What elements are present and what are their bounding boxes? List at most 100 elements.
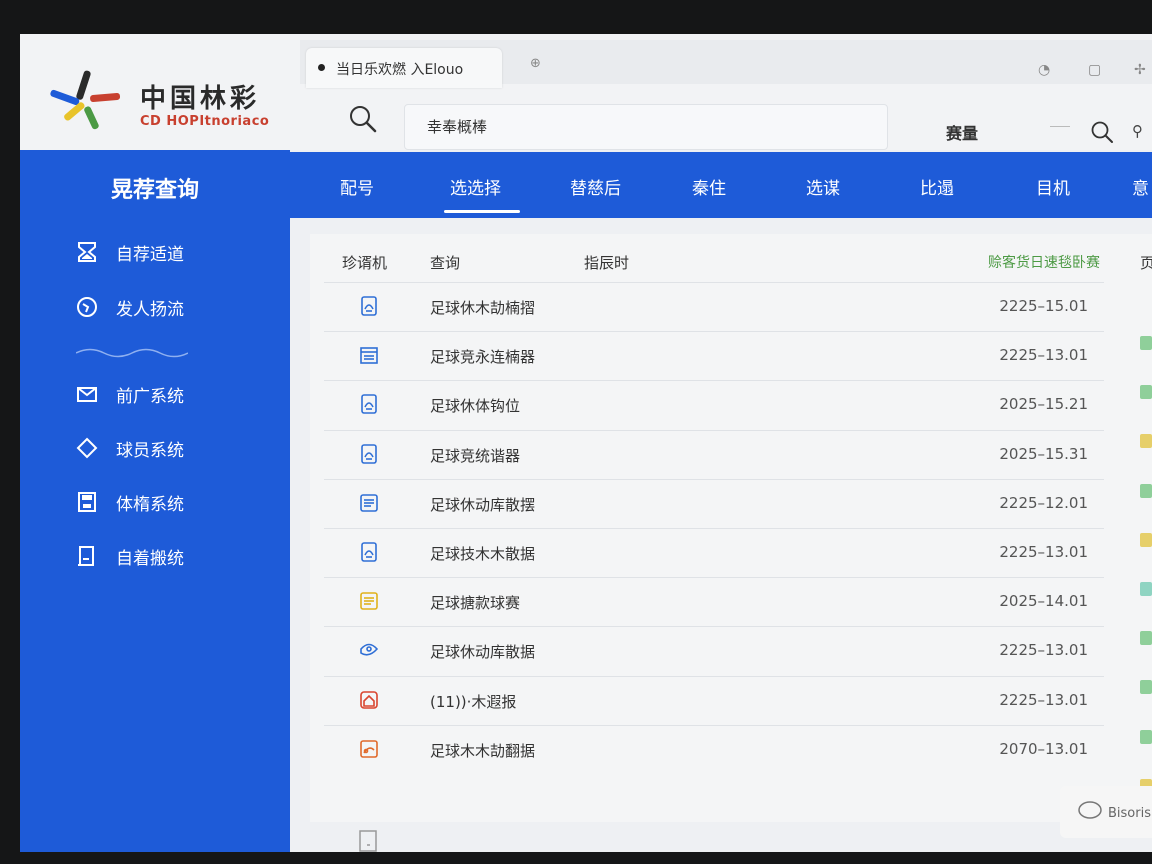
column-header-3[interactable]: 指辰时 — [584, 252, 629, 273]
table-header: 珍谞机 查询 指辰时 赊客货日速毯卧赛 页 — [310, 234, 1152, 282]
row-date: 2225–13.01 — [999, 543, 1088, 561]
table-row[interactable]: 足球竞永连楠器 2225–13.01 — [324, 331, 1104, 380]
column-header-1[interactable]: 珍谞机 — [342, 252, 387, 273]
column-header-4[interactable]: 赊客货日速毯卧赛 — [988, 252, 1100, 272]
browser-tab-strip: 当日乐欢燃 入Elouo ⊕ ◔ ▢ ✢ — [300, 40, 1152, 88]
table-row[interactable]: 足球木木劼翻据 2070–13.01 — [324, 724, 1104, 774]
calendar-icon — [360, 347, 378, 364]
status-badge — [1140, 582, 1152, 596]
chat-icon — [1078, 801, 1102, 819]
row-name: 足球休动库散据 — [430, 643, 536, 662]
row-name: 足球搪款球赛 — [430, 594, 521, 613]
table-row[interactable]: 足球搪款球赛 2025–14.01 — [324, 577, 1104, 626]
row-name: 足球休动库散摆 — [430, 495, 536, 514]
row-name: 足球竞永连楠器 — [430, 348, 536, 367]
nav-tab-8[interactable]: 意 — [1132, 174, 1149, 199]
sidebar-item-label: 发人扬流 — [116, 300, 184, 320]
brand-logo — [50, 70, 121, 130]
search-icon[interactable] — [348, 104, 378, 134]
document-icon[interactable] — [358, 830, 378, 852]
nav-tab-7[interactable]: 目机 — [1036, 174, 1070, 199]
save-icon — [78, 492, 96, 512]
document-icon — [361, 394, 377, 415]
bottom-widget-label: Bisoris — [1108, 806, 1151, 821]
row-date: 2025–15.31 — [999, 444, 1088, 463]
sidebar-item-label: 自荐适道 — [116, 245, 184, 265]
chat-icon — [360, 644, 379, 656]
row-date: 2025–14.01 — [999, 592, 1088, 611]
document-icon — [78, 546, 94, 566]
nav-tab-6[interactable]: 比遢 — [920, 174, 954, 199]
mail-icon — [77, 387, 97, 402]
nav-tab-2[interactable]: 选选择 — [450, 174, 501, 199]
brand-name-cn: 中国林彩 — [140, 84, 261, 114]
status-badge — [1140, 434, 1152, 449]
header-divider — [1050, 126, 1070, 127]
table-row[interactable]: 足球休动库散摆 2225–12.01 — [324, 478, 1104, 528]
bottom-widget[interactable]: Bisoris — [1060, 786, 1152, 838]
row-date: 2025–15.21 — [999, 395, 1088, 414]
sidebar-item-label: 球员系统 — [116, 441, 184, 461]
status-badge — [1140, 680, 1152, 695]
sidebar-item-label: 体楕系统 — [116, 495, 184, 515]
table-row[interactable]: 足球竞统谐器 2025–15.31 — [324, 429, 1104, 479]
row-date: 2225–13.01 — [999, 346, 1088, 365]
table-row[interactable]: 足球休动库散据 2225–13.01 — [324, 626, 1104, 675]
row-date: 2225–15.01 — [999, 297, 1088, 315]
top-nav: 配号 选选择 替慈后 秦住 选谋 比遢 目机 意 — [290, 152, 1152, 218]
hourglass-icon — [78, 242, 96, 262]
row-date: 2225–12.01 — [999, 493, 1088, 512]
table-row[interactable]: (11))·木遐报 2225–13.01 — [324, 675, 1104, 725]
nav-tab-3[interactable]: 替慈后 — [570, 174, 621, 199]
sidebar-item-label: 自着搬统 — [116, 549, 184, 569]
row-name: (11))·木遐报 — [430, 692, 517, 711]
table-row[interactable]: 足球休木劼楠摺 2225–15.01 — [324, 282, 1104, 331]
app-header: 中国林彩 CD HOPItnoriaco 当日乐欢燃 入Elouo ⊕ ◔ ▢ … — [20, 34, 1152, 150]
status-badge — [1140, 336, 1152, 350]
divider-wave — [76, 348, 188, 358]
row-name: 足球技木木散据 — [430, 545, 536, 563]
document-icon — [361, 443, 377, 464]
nav-tab-1[interactable]: 配号 — [340, 174, 374, 199]
status-badge — [1140, 483, 1152, 498]
tab-dot-icon — [318, 64, 325, 71]
image-icon — [360, 739, 378, 758]
sidebar-title: 晃荐查询 — [110, 178, 199, 203]
row-name: 足球木木劼翻据 — [430, 741, 536, 760]
home-icon — [360, 690, 378, 709]
row-name: 足球休木劼楠摺 — [430, 299, 536, 317]
table-row[interactable]: 足球休体钩位 2025–15.21 — [324, 380, 1104, 429]
tab-title: 当日乐欢燃 入Elouo — [336, 62, 464, 78]
table-row[interactable]: 足球技木木散据 2225–13.01 — [324, 528, 1104, 577]
list-icon — [360, 493, 378, 512]
more-icon[interactable]: ⚲ — [1132, 122, 1143, 140]
row-date: 2070–13.01 — [999, 739, 1088, 758]
search-input[interactable]: 幸奉概棒 — [404, 104, 888, 150]
brand-name-en: CD HOPItnoriaco — [140, 114, 270, 129]
document-icon — [361, 542, 377, 562]
document-icon — [361, 296, 377, 316]
column-header-5[interactable]: 页 — [1140, 252, 1152, 273]
sidebar-item-label: 前广系统 — [116, 387, 184, 407]
browser-tab[interactable]: 当日乐欢燃 入Elouo — [306, 48, 502, 88]
app-screen: 中国林彩 CD HOPItnoriaco 当日乐欢燃 入Elouo ⊕ ◔ ▢ … — [20, 34, 1152, 852]
row-name: 足球休体钩位 — [430, 397, 521, 416]
close-icon[interactable]: ✢ — [1134, 62, 1146, 78]
nav-tab-4[interactable]: 秦住 — [692, 174, 726, 199]
diamond-icon — [76, 437, 98, 459]
nav-tab-5[interactable]: 选谋 — [806, 174, 840, 199]
status-badge — [1140, 729, 1152, 744]
compass-icon — [77, 297, 97, 317]
search-icon[interactable] — [1090, 120, 1114, 144]
list-icon — [360, 592, 378, 610]
minimize-icon[interactable]: ◔ — [1038, 62, 1050, 78]
status-badge — [1140, 532, 1152, 547]
sidebar: 晃荐查询 自荐适道 发人扬流 前广系统 球员系统 体楕系统 自着搬统 — [20, 150, 290, 852]
user-label[interactable]: 赛量 — [946, 120, 978, 144]
maximize-icon[interactable]: ▢ — [1088, 62, 1101, 78]
column-header-2[interactable]: 查询 — [430, 252, 460, 273]
status-badge — [1140, 631, 1152, 646]
row-date: 2225–13.01 — [999, 690, 1088, 709]
active-tab-indicator — [444, 210, 520, 213]
new-tab-icon[interactable]: ⊕ — [530, 56, 541, 71]
